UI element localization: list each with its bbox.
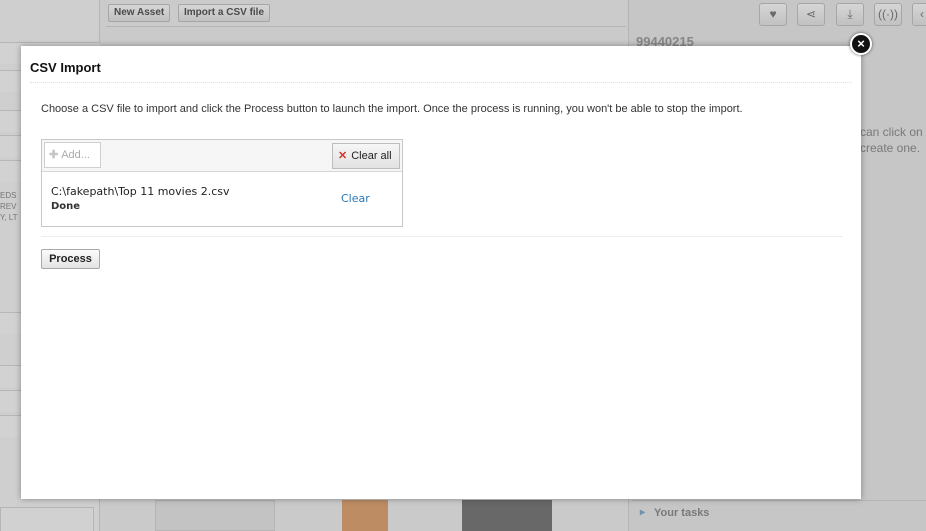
- close-icon[interactable]: ×: [850, 33, 872, 55]
- add-file-label: Add...: [61, 149, 90, 161]
- divider: [30, 82, 852, 83]
- file-list-item: C:\fakepath\Top 11 movies 2.csv Done Cle…: [42, 173, 402, 226]
- clear-file-link[interactable]: Clear: [341, 192, 370, 205]
- dialog-instructions: Choose a CSV file to import and click th…: [41, 103, 743, 115]
- csv-import-dialog: CSV Import Choose a CSV file to import a…: [21, 46, 861, 499]
- process-button[interactable]: Process: [41, 249, 100, 269]
- divider: [41, 236, 843, 237]
- close-icon: ✕: [338, 150, 348, 162]
- add-file-button[interactable]: ✚ Add...: [44, 142, 101, 168]
- file-uploader: ✚ Add... ✕ Clear all C:\fakepath\Top 11 mo…: [41, 139, 403, 227]
- plus-icon: ✚: [49, 149, 59, 161]
- dialog-title: CSV Import: [30, 60, 101, 75]
- uploader-toolbar: ✚ Add... ✕ Clear all: [42, 140, 402, 172]
- file-status: Done: [51, 201, 81, 212]
- clear-all-button[interactable]: ✕ Clear all: [332, 143, 400, 169]
- clear-all-label: Clear all: [351, 150, 392, 162]
- file-name: C:\fakepath\Top 11 movies 2.csv: [51, 185, 230, 198]
